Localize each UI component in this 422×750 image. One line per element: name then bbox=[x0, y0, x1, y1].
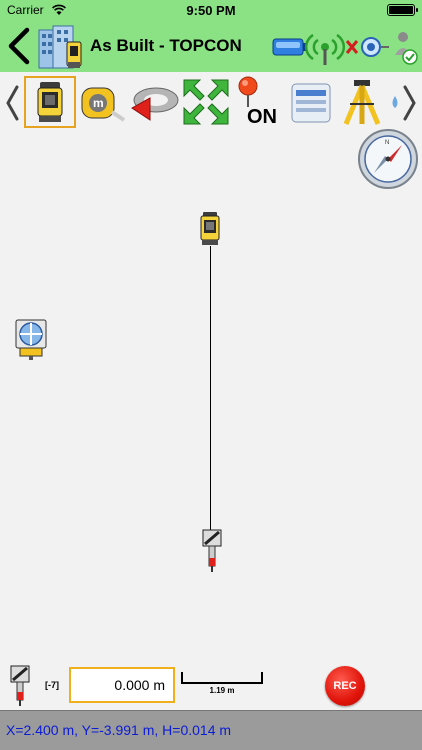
header-bar: Carrier 9:50 PM As Built - TOPCON bbox=[0, 0, 422, 72]
rec-button[interactable]: REC bbox=[325, 666, 365, 706]
tool-list[interactable] bbox=[288, 76, 334, 128]
prev-chevron-icon[interactable] bbox=[3, 84, 21, 122]
svg-text:N: N bbox=[385, 140, 389, 146]
scale-label: 1.19 m bbox=[209, 686, 235, 695]
measurement-line bbox=[210, 246, 212, 532]
pin-icon bbox=[238, 76, 258, 107]
tool-tape-measure[interactable]: m bbox=[78, 76, 126, 128]
prism-rod-icon[interactable] bbox=[200, 528, 224, 572]
next-chevron-icon[interactable] bbox=[401, 84, 419, 122]
prism-target-icon[interactable] bbox=[14, 318, 48, 360]
offset-label: [-7] bbox=[45, 680, 59, 690]
coordinate-bar: X=2.400 m, Y=-3.991 m, H=0.014 m bbox=[0, 710, 422, 750]
tape-measure-icon: m bbox=[81, 87, 126, 122]
toolbar: m ON bbox=[0, 72, 422, 130]
tool-more[interactable] bbox=[386, 76, 400, 128]
page-title: As Built - TOPCON bbox=[90, 36, 242, 55]
tool-total-station[interactable] bbox=[24, 76, 76, 128]
tool-tripod[interactable] bbox=[340, 76, 384, 128]
user-check-icon bbox=[395, 32, 418, 65]
compass-icon[interactable]: N bbox=[357, 128, 419, 190]
list-icon bbox=[291, 83, 331, 123]
prism-rod-icon[interactable] bbox=[8, 664, 32, 706]
coordinate-readout: X=2.400 m, Y=-3.991 m, H=0.014 m bbox=[6, 722, 232, 738]
tool-zoom-extents[interactable] bbox=[180, 76, 232, 128]
water-drop-icon bbox=[392, 96, 398, 108]
tool-pin-toggle[interactable]: ON bbox=[233, 76, 285, 128]
scale-bar: 1.19 m bbox=[181, 672, 263, 696]
total-station-icon bbox=[37, 82, 63, 122]
height-input[interactable] bbox=[69, 667, 175, 703]
svg-text:m: m bbox=[93, 96, 104, 110]
total-station-icon[interactable] bbox=[198, 212, 222, 250]
zoom-extents-icon bbox=[183, 79, 229, 125]
status-bar: Carrier 9:50 PM bbox=[0, 0, 422, 22]
link-broken-icon bbox=[345, 40, 359, 54]
clock: 9:50 PM bbox=[186, 3, 236, 18]
rotate-arrow-icon bbox=[131, 87, 179, 121]
tool-rotate[interactable] bbox=[128, 76, 180, 128]
connection-status-group[interactable] bbox=[271, 27, 421, 67]
back-chevron-icon[interactable] bbox=[5, 27, 33, 65]
battery-connection-icon bbox=[272, 38, 306, 56]
building-instrument-icon bbox=[38, 25, 82, 69]
battery-icon bbox=[387, 4, 418, 16]
pin-toggle-label: ON bbox=[247, 106, 277, 128]
prism-link-icon bbox=[361, 37, 389, 57]
radio-signal-icon bbox=[304, 33, 346, 65]
tripod-icon bbox=[343, 80, 381, 125]
